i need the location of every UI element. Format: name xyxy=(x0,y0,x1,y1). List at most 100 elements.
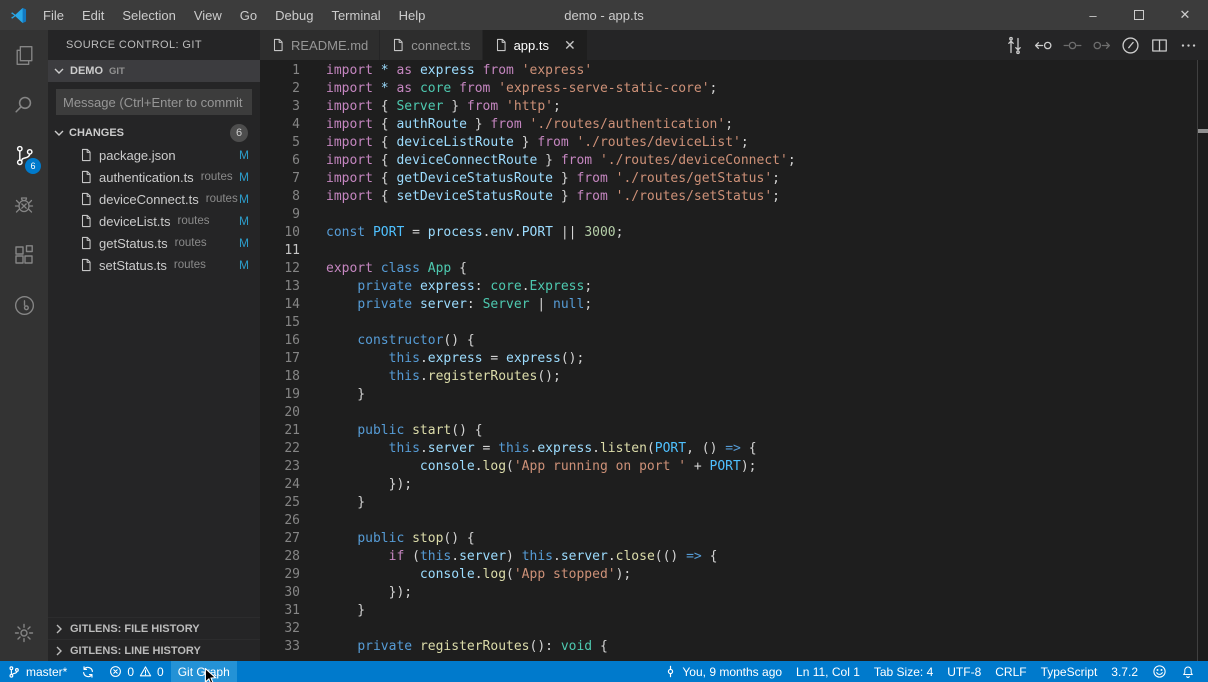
line-content: import { Server } from 'http'; xyxy=(300,98,561,116)
activity-gitlens[interactable] xyxy=(0,280,48,330)
panel-label: GITLENS: FILE HISTORY xyxy=(70,623,200,635)
modified-badge: M xyxy=(239,236,249,250)
activity-source-control[interactable]: 6 xyxy=(0,130,48,180)
tab-label: app.ts xyxy=(514,38,549,53)
changed-file-row[interactable]: deviceConnect.tsroutesM xyxy=(48,188,260,210)
code-line: 23 console.log('App running on port ' + … xyxy=(260,458,1197,476)
notifications-item[interactable] xyxy=(1174,661,1202,682)
search-icon xyxy=(12,93,37,118)
gitlens-file-history-panel[interactable]: GITLENS: FILE HISTORY xyxy=(48,617,260,639)
indentation-item[interactable]: Tab Size: 4 xyxy=(867,661,940,682)
menu-edit[interactable]: Edit xyxy=(73,0,113,30)
blame-annotation-item[interactable]: You, 9 months ago xyxy=(657,661,789,682)
line-number: 23 xyxy=(260,458,300,476)
minimize-button[interactable]: – xyxy=(1070,0,1116,30)
changes-section-header[interactable]: CHANGES 6 xyxy=(48,122,260,144)
line-content: import { authRoute } from './routes/auth… xyxy=(300,116,733,134)
graph-icon xyxy=(1004,35,1025,56)
line-content: } xyxy=(300,494,365,512)
feedback-item[interactable] xyxy=(1145,661,1174,682)
line-number: 1 xyxy=(260,62,300,80)
tab-app.ts[interactable]: app.ts ✕ xyxy=(483,30,588,60)
line-number: 28 xyxy=(260,548,300,566)
line-content: console.log('App stopped'); xyxy=(300,566,631,584)
activity-explorer[interactable] xyxy=(0,30,48,80)
eol-item[interactable]: CRLF xyxy=(988,661,1033,682)
line-content: import * as express from 'express' xyxy=(300,62,592,80)
git-graph-item[interactable]: Git Graph xyxy=(171,661,237,682)
panel-label: GITLENS: LINE HISTORY xyxy=(70,645,201,657)
gitlens-panels: GITLENS: FILE HISTORY GITLENS: LINE HIST… xyxy=(48,617,260,661)
ts-version-item[interactable]: 3.7.2 xyxy=(1104,661,1145,682)
menu-view[interactable]: View xyxy=(185,0,231,30)
sync-item[interactable] xyxy=(74,661,102,682)
line-number: 13 xyxy=(260,278,300,296)
menu-selection[interactable]: Selection xyxy=(113,0,184,30)
line-content: import { deviceListRoute } from './route… xyxy=(300,134,749,152)
changed-file-row[interactable]: setStatus.tsroutesM xyxy=(48,254,260,276)
activity-search[interactable] xyxy=(0,80,48,130)
close-button[interactable]: ✕ xyxy=(1162,0,1208,30)
line-content: import { setDeviceStatusRoute } from './… xyxy=(300,188,780,206)
line-number: 16 xyxy=(260,332,300,350)
modified-badge: M xyxy=(239,170,249,184)
line-content xyxy=(300,206,326,224)
activity-extensions[interactable] xyxy=(0,230,48,280)
menu-terminal[interactable]: Terminal xyxy=(322,0,389,30)
status-bar: master* 00Git Graph You, 9 months ago Ln 1… xyxy=(0,661,1208,682)
line-content xyxy=(300,314,326,332)
line-content: import { deviceConnectRoute } from './ro… xyxy=(300,152,796,170)
code-editor[interactable]: 1import * as express from 'express'2impo… xyxy=(260,60,1208,661)
branch-item[interactable]: master* xyxy=(0,661,74,682)
activity-manage[interactable] xyxy=(0,608,48,658)
code-line: 2import * as core from 'express-serve-st… xyxy=(260,80,1197,98)
cursor-position-item[interactable]: Ln 11, Col 1 xyxy=(789,661,867,682)
line-number: 17 xyxy=(260,350,300,368)
line-content: export class App { xyxy=(300,260,467,278)
scm-badge: 6 xyxy=(25,158,41,174)
language-item[interactable]: TypeScript xyxy=(1034,661,1105,682)
changed-file-row[interactable]: deviceList.tsroutesM xyxy=(48,210,260,232)
file-icon xyxy=(79,236,93,250)
code-line: 24 }); xyxy=(260,476,1197,494)
line-content: this.express = express(); xyxy=(300,350,584,368)
commit-message-input[interactable]: Message (Ctrl+Enter to commit xyxy=(56,89,252,115)
action-compare-prev[interactable] xyxy=(1061,34,1083,56)
action-more-actions[interactable] xyxy=(1177,34,1199,56)
changed-file-row[interactable]: getStatus.tsroutesM xyxy=(48,232,260,254)
line-number: 11 xyxy=(260,242,300,260)
changed-file-row[interactable]: package.jsonM xyxy=(48,144,260,166)
repo-name: DEMO xyxy=(70,65,103,77)
menu-debug[interactable]: Debug xyxy=(266,0,322,30)
smiley-icon xyxy=(1152,664,1167,679)
action-gitlens-file-history[interactable] xyxy=(1119,34,1141,56)
encoding-item[interactable]: UTF-8 xyxy=(940,661,988,682)
line-number: 26 xyxy=(260,512,300,530)
close-tab-icon[interactable]: ✕ xyxy=(564,38,576,52)
menu-help[interactable]: Help xyxy=(390,0,435,30)
tab-connect.ts[interactable]: connect.ts xyxy=(380,30,482,60)
code-line: 31 } xyxy=(260,602,1197,620)
action-git-graph-view[interactable] xyxy=(1003,34,1025,56)
maximize-button[interactable] xyxy=(1116,0,1162,30)
menu-go[interactable]: Go xyxy=(231,0,266,30)
code-line: 32 xyxy=(260,620,1197,638)
repo-header[interactable]: DEMO GIT xyxy=(48,60,260,82)
tab-README.md[interactable]: README.md xyxy=(260,30,380,60)
gitlens-line-history-panel[interactable]: GITLENS: LINE HISTORY xyxy=(48,639,260,661)
line-content xyxy=(300,242,326,260)
editor-scrollbar[interactable] xyxy=(1197,60,1208,661)
file-icon xyxy=(271,38,285,52)
changed-file-row[interactable]: authentication.tsroutesM xyxy=(48,166,260,188)
line-number: 29 xyxy=(260,566,300,584)
file-folder: routes xyxy=(175,237,207,249)
action-compare-next[interactable] xyxy=(1090,34,1112,56)
action-open-changes-prev[interactable] xyxy=(1032,34,1054,56)
problems-item[interactable]: 00 xyxy=(102,661,170,682)
activity-debug[interactable] xyxy=(0,180,48,230)
code-line: 3import { Server } from 'http'; xyxy=(260,98,1197,116)
menu-file[interactable]: File xyxy=(34,0,73,30)
line-number: 32 xyxy=(260,620,300,638)
action-split-editor[interactable] xyxy=(1148,34,1170,56)
status-text: Ln 11, Col 1 xyxy=(796,665,860,679)
